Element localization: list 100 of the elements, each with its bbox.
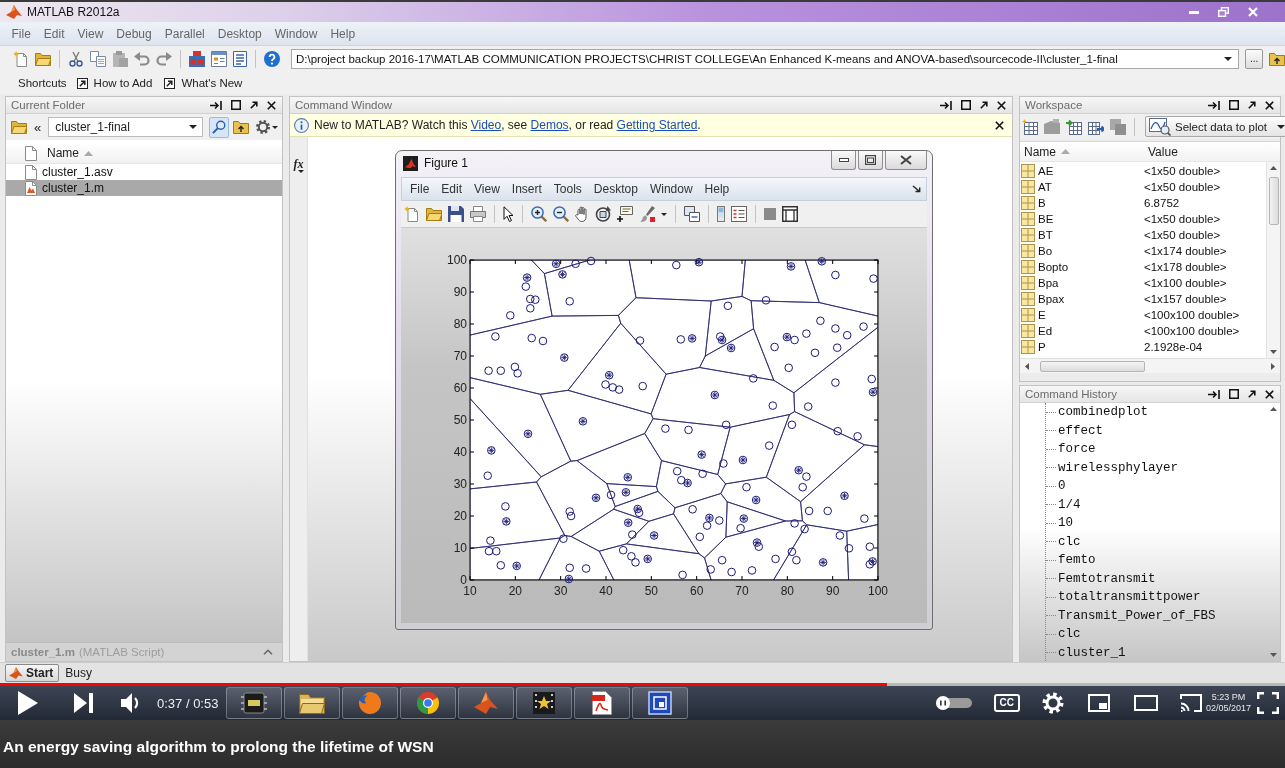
variable-name[interactable]: Bopto: [1038, 261, 1069, 273]
close-button[interactable]: [885, 151, 927, 170]
menu-item[interactable]: View: [71, 24, 110, 43]
shortcut-button[interactable]: How to Add: [74, 77, 155, 89]
history-entry[interactable]: effect: [1058, 423, 1103, 438]
column-header[interactable]: Name: [1020, 144, 1070, 159]
video-progress-track[interactable]: [0, 683, 1285, 686]
down-arrow-icon[interactable]: [1269, 653, 1277, 657]
right-arrow-icon[interactable]: [1271, 362, 1275, 370]
chevron-up-icon[interactable]: [263, 649, 273, 655]
hand-icon[interactable]: [575, 206, 589, 222]
panel-layout-icon[interactable]: [782, 206, 798, 222]
menu-item[interactable]: Tools: [547, 182, 588, 196]
variable-name[interactable]: AT: [1038, 181, 1052, 193]
history-entry[interactable]: wirelessphylayer: [1058, 460, 1179, 475]
down-arrow-icon[interactable]: [1270, 350, 1277, 354]
close-icon[interactable]: [995, 120, 1004, 130]
menu-item[interactable]: Help: [323, 24, 362, 43]
taskbar-button[interactable]: [284, 687, 341, 719]
history-entry[interactable]: clc: [1058, 627, 1081, 642]
scissors-icon[interactable]: [68, 51, 84, 67]
play-icon[interactable]: [18, 691, 38, 715]
browse-button[interactable]: ...: [1245, 49, 1263, 69]
copy-icon[interactable]: [90, 51, 106, 67]
miniplayer-icon[interactable]: [1087, 694, 1110, 712]
close-icon[interactable]: [997, 100, 1006, 110]
caret-icon[interactable]: [661, 212, 667, 216]
variable-name[interactable]: Bpa: [1038, 277, 1059, 289]
folder-up-icon[interactable]: [1269, 52, 1285, 66]
file-row[interactable]: cluster_1.asv: [6, 164, 282, 180]
variable-name[interactable]: E: [1038, 309, 1046, 321]
menu-item[interactable]: Desktop: [587, 182, 644, 196]
maximize-icon[interactable]: [1229, 389, 1239, 399]
maximize-icon[interactable]: [961, 100, 971, 110]
rotate-icon[interactable]: [595, 206, 611, 222]
minimize-icon[interactable]: [1189, 10, 1199, 14]
taskbar-button[interactable]: [574, 687, 631, 719]
caret-icon[interactable]: [272, 125, 278, 129]
history-entry[interactable]: Femtotransmit: [1058, 571, 1156, 586]
search-button[interactable]: [209, 116, 229, 138]
menu-item[interactable]: Insert: [505, 182, 548, 196]
redo-icon[interactable]: [156, 52, 172, 66]
arrow-to-bar-icon[interactable]: [1208, 100, 1220, 110]
fullscreen-icon[interactable]: [1257, 692, 1279, 714]
menu-item[interactable]: File: [5, 24, 38, 43]
column-header[interactable]: Name: [47, 146, 93, 160]
settings-icon[interactable]: [1041, 692, 1064, 714]
variable-name[interactable]: Bpax: [1038, 293, 1065, 305]
menu-item[interactable]: Edit: [37, 24, 72, 43]
dock-arrow-icon[interactable]: [912, 185, 922, 193]
arrow-to-bar-icon[interactable]: [1208, 389, 1220, 399]
skip-next-icon[interactable]: [74, 693, 93, 713]
current-folder-field[interactable]: D:\project backup 2016-17\MATLAB COMMUNICATION PROJECTS\CHRIST COLLEGE\An Enhanced K-means and ANOVA-based\sourcecode-II\cluster_1-final: [291, 49, 1240, 69]
grid-arrow-in-icon[interactable]: [1066, 118, 1082, 135]
block-diagram-icon[interactable]: [189, 51, 205, 67]
taskbar-button[interactable]: [516, 687, 573, 719]
gear-icon[interactable]: [255, 119, 271, 135]
start-button[interactable]: Start: [5, 664, 60, 682]
history-entry[interactable]: combinedplot: [1058, 405, 1148, 420]
variable-name[interactable]: BE: [1038, 213, 1054, 225]
column-header[interactable]: Value: [1144, 144, 1178, 159]
linked-windows-icon[interactable]: [684, 206, 700, 222]
scrollbar-thumb[interactable]: [1268, 177, 1279, 225]
left-arrow-icon[interactable]: [1025, 362, 1029, 370]
vertical-scrollbar[interactable]: [1266, 162, 1280, 358]
menu-item[interactable]: Desktop: [211, 24, 269, 43]
file-row[interactable]: cluster_1.m: [6, 180, 282, 196]
open-folder-icon[interactable]: [35, 52, 51, 66]
maximize-button[interactable]: [858, 151, 883, 170]
variable-name[interactable]: P: [1038, 341, 1046, 353]
variable-name[interactable]: B: [1038, 197, 1046, 209]
colorbar-icon[interactable]: [717, 206, 725, 222]
minimize-button[interactable]: [831, 151, 856, 170]
pointer-icon[interactable]: [503, 206, 514, 222]
history-entry[interactable]: cluster_1: [1058, 645, 1126, 660]
diagonal-arrow-icon[interactable]: [980, 101, 988, 109]
history-entry[interactable]: Transmit_Power_of_FBS: [1058, 608, 1216, 623]
horizontal-scrollbar[interactable]: [1020, 358, 1280, 373]
new-file-icon[interactable]: [13, 51, 29, 67]
stacked-squares-icon[interactable]: [1110, 118, 1126, 135]
restore-icon[interactable]: [1218, 7, 1229, 17]
variable-name[interactable]: AE: [1038, 165, 1054, 177]
scrollbar-thumb[interactable]: [1040, 360, 1145, 372]
menu-item[interactable]: File: [404, 182, 436, 196]
diagonal-arrow-icon[interactable]: [250, 101, 258, 109]
diagonal-arrow-icon[interactable]: [1248, 101, 1256, 109]
undo-icon[interactable]: [134, 52, 150, 66]
brush-icon[interactable]: [639, 206, 655, 222]
taskbar-button[interactable]: [632, 687, 689, 719]
taskbar-button[interactable]: [400, 687, 457, 719]
shortcut-button[interactable]: What's New: [162, 77, 245, 89]
menu-item[interactable]: Edit: [435, 182, 469, 196]
menu-item[interactable]: Window: [268, 24, 324, 43]
captions-button[interactable]: CC: [993, 694, 1020, 712]
printer-icon[interactable]: [470, 206, 486, 222]
diagonal-arrow-icon[interactable]: [1248, 390, 1256, 398]
close-icon[interactable]: [1265, 389, 1274, 399]
variable-name[interactable]: Bo: [1038, 245, 1053, 257]
menu-item[interactable]: Debug: [109, 24, 159, 43]
variable-name[interactable]: Ed: [1038, 325, 1053, 337]
